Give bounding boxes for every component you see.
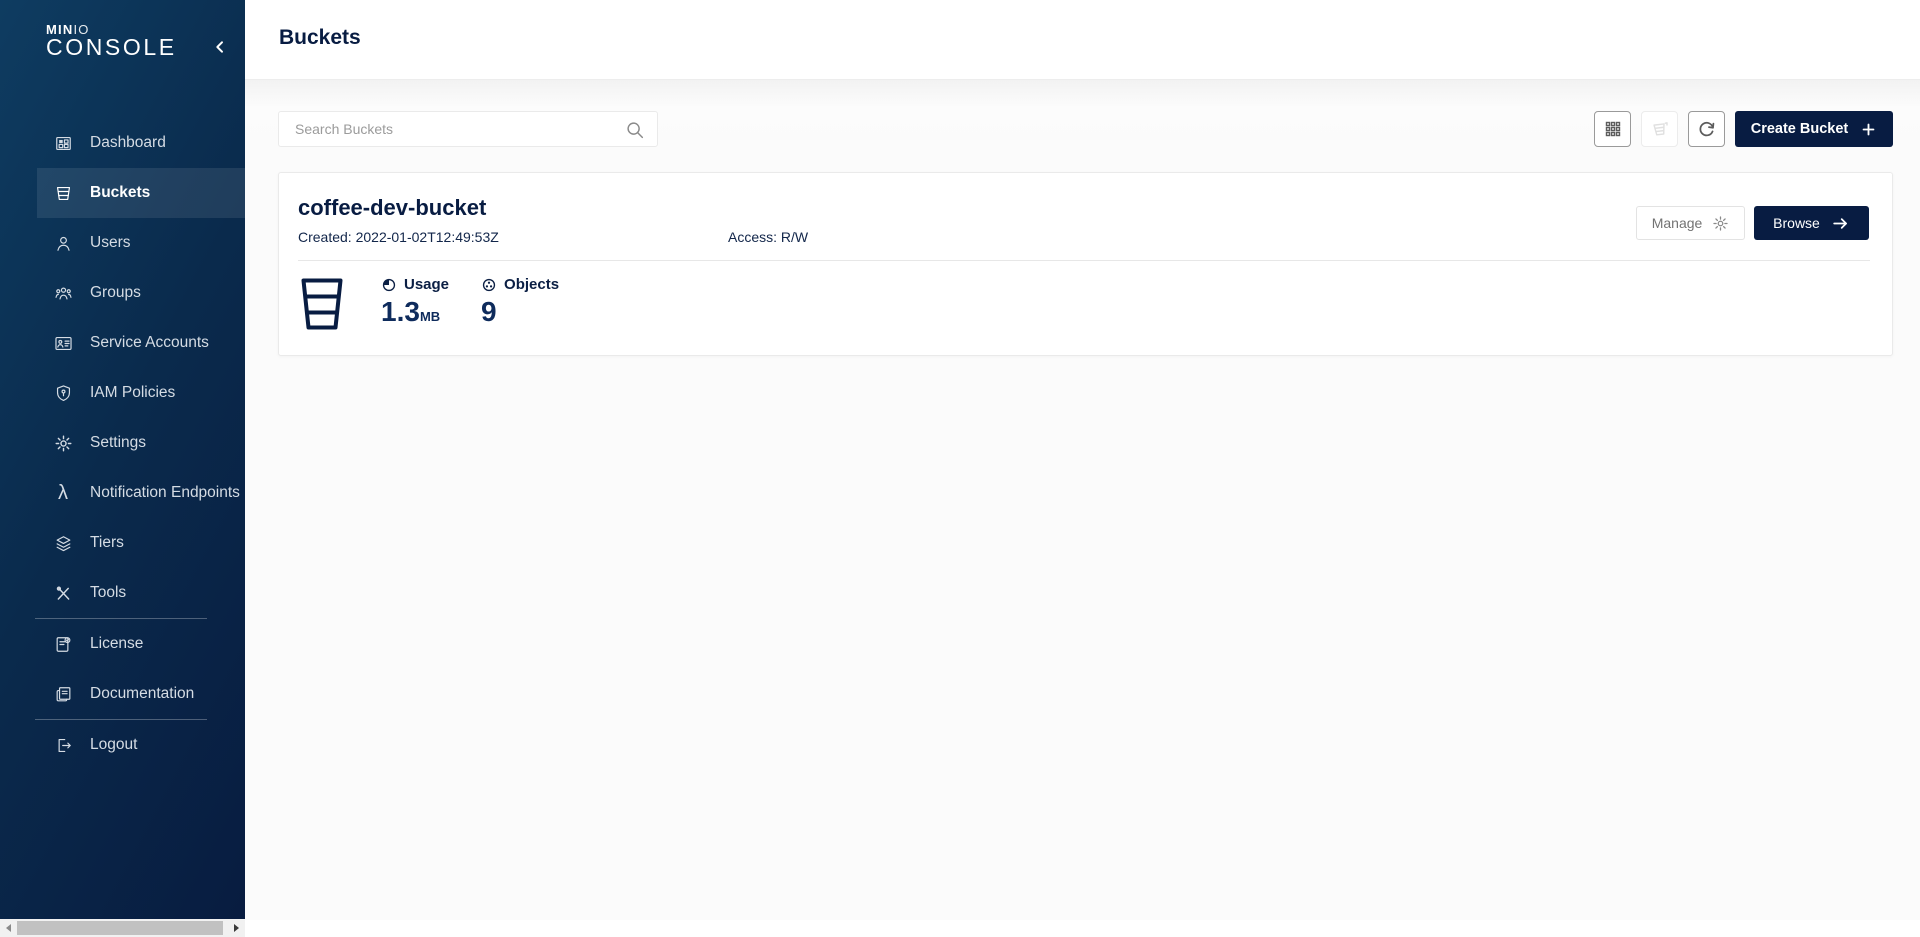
bucket-icon bbox=[298, 276, 346, 337]
sidebar-item-service-accounts[interactable]: Service Accounts bbox=[0, 318, 245, 368]
usage-label: Usage bbox=[404, 276, 449, 293]
browse-label: Browse bbox=[1773, 215, 1820, 231]
sidebar-item-label: Settings bbox=[90, 434, 146, 452]
actions-row: Create Bucket bbox=[278, 111, 1893, 147]
bucket-access-label: Access: R/W bbox=[728, 229, 808, 245]
bucket-meta-row: Created: 2022-01-02T12:49:53Z Access: R/… bbox=[298, 229, 1870, 245]
bucket-created-label: Created: 2022-01-02T12:49:53Z bbox=[298, 229, 728, 245]
horizontal-scrollbar[interactable] bbox=[0, 919, 245, 937]
browse-button[interactable]: Browse bbox=[1754, 206, 1869, 240]
list-view-button[interactable] bbox=[1641, 111, 1678, 147]
objects-value: 9 bbox=[481, 298, 559, 326]
sidebar-item-label: Documentation bbox=[90, 685, 194, 703]
bucket-metrics-row: Usage 1.3MB Objects 9 bbox=[298, 276, 1870, 337]
top-header: Buckets bbox=[245, 0, 1920, 80]
scroll-right-arrow-icon[interactable] bbox=[228, 919, 245, 937]
scroll-left-arrow-icon[interactable] bbox=[0, 919, 17, 937]
lambda-icon: λ bbox=[53, 483, 73, 503]
search-icon bbox=[624, 119, 646, 146]
sidebar-item-documentation[interactable]: Documentation bbox=[0, 669, 245, 719]
buckets-icon bbox=[53, 183, 73, 203]
usage-pie-icon bbox=[381, 277, 397, 293]
sidebar-item-settings[interactable]: Settings bbox=[0, 418, 245, 468]
search-box bbox=[278, 111, 658, 147]
sidebar-item-label: Logout bbox=[90, 736, 137, 754]
tools-icon bbox=[53, 583, 73, 603]
refresh-button[interactable] bbox=[1688, 111, 1725, 147]
sidebar-item-label: Tiers bbox=[90, 534, 124, 552]
main-content: Create Bucket coffee-dev-bucket Created:… bbox=[245, 80, 1920, 920]
app-logo: MINIO CONSOLE bbox=[0, 0, 245, 80]
logout-icon bbox=[53, 735, 73, 755]
arrow-right-icon bbox=[1831, 214, 1850, 233]
objects-label: Objects bbox=[504, 276, 559, 293]
manage-label: Manage bbox=[1652, 215, 1703, 231]
sidebar-item-label: Tools bbox=[90, 584, 126, 602]
sidebar-item-tools[interactable]: Tools bbox=[0, 568, 245, 618]
sidebar-item-users[interactable]: Users bbox=[0, 218, 245, 268]
license-document-icon bbox=[53, 634, 73, 654]
grid-view-button[interactable] bbox=[1594, 111, 1631, 147]
sidebar-item-label: Groups bbox=[90, 284, 141, 302]
sidebar-item-label: Service Accounts bbox=[90, 334, 209, 352]
sidebar-item-label: IAM Policies bbox=[90, 384, 175, 402]
manage-button[interactable]: Manage bbox=[1636, 206, 1745, 240]
iam-policies-shield-icon bbox=[53, 383, 73, 403]
tiers-layers-icon bbox=[53, 533, 73, 553]
users-icon bbox=[53, 233, 73, 253]
sidebar-item-label: Users bbox=[90, 234, 130, 252]
sidebar-item-buckets[interactable]: Buckets bbox=[37, 168, 245, 218]
page-title: Buckets bbox=[279, 26, 361, 50]
collapse-sidebar-icon[interactable] bbox=[209, 36, 231, 58]
sidebar-item-label: Buckets bbox=[90, 184, 150, 202]
sidebar-item-dashboard[interactable]: Dashboard bbox=[0, 118, 245, 168]
groups-icon bbox=[53, 283, 73, 303]
gear-icon bbox=[1712, 215, 1729, 232]
objects-metric: Objects 9 bbox=[481, 276, 559, 326]
sidebar-item-iam-policies[interactable]: IAM Policies bbox=[0, 368, 245, 418]
sidebar: MINIO CONSOLE Dashboard Buckets Users Gr… bbox=[0, 0, 245, 920]
create-bucket-button[interactable]: Create Bucket bbox=[1735, 111, 1893, 147]
sidebar-menu: Dashboard Buckets Users Groups Service A… bbox=[0, 118, 245, 770]
plus-icon bbox=[1860, 121, 1877, 138]
bucket-name-link[interactable]: coffee-dev-bucket bbox=[298, 197, 1870, 219]
scrollbar-thumb[interactable] bbox=[17, 921, 223, 935]
create-bucket-label: Create Bucket bbox=[1751, 121, 1849, 137]
sidebar-item-label: Dashboard bbox=[90, 134, 166, 152]
logo-io: IO bbox=[73, 22, 89, 37]
sidebar-item-notification-endpoints[interactable]: λ Notification Endpoints bbox=[0, 468, 245, 518]
sidebar-item-groups[interactable]: Groups bbox=[0, 268, 245, 318]
bucket-card-buttons: Manage Browse bbox=[1636, 206, 1869, 240]
search-input[interactable] bbox=[279, 112, 657, 146]
sidebar-item-label: License bbox=[90, 635, 143, 653]
view-toolbar: Create Bucket bbox=[1594, 111, 1893, 147]
card-divider bbox=[298, 260, 1870, 261]
sidebar-item-logout[interactable]: Logout bbox=[0, 720, 245, 770]
objects-circle-icon bbox=[481, 277, 497, 293]
usage-value: 1.3MB bbox=[381, 298, 449, 331]
usage-metric: Usage 1.3MB bbox=[381, 276, 449, 331]
sidebar-item-license[interactable]: License bbox=[0, 619, 245, 669]
bucket-card: coffee-dev-bucket Created: 2022-01-02T12… bbox=[278, 172, 1893, 356]
service-accounts-icon bbox=[53, 333, 73, 353]
gear-icon bbox=[53, 433, 73, 453]
sidebar-item-tiers[interactable]: Tiers bbox=[0, 518, 245, 568]
sidebar-item-label: Notification Endpoints bbox=[90, 484, 240, 502]
dashboard-icon bbox=[53, 133, 73, 153]
documentation-book-icon bbox=[53, 684, 73, 704]
